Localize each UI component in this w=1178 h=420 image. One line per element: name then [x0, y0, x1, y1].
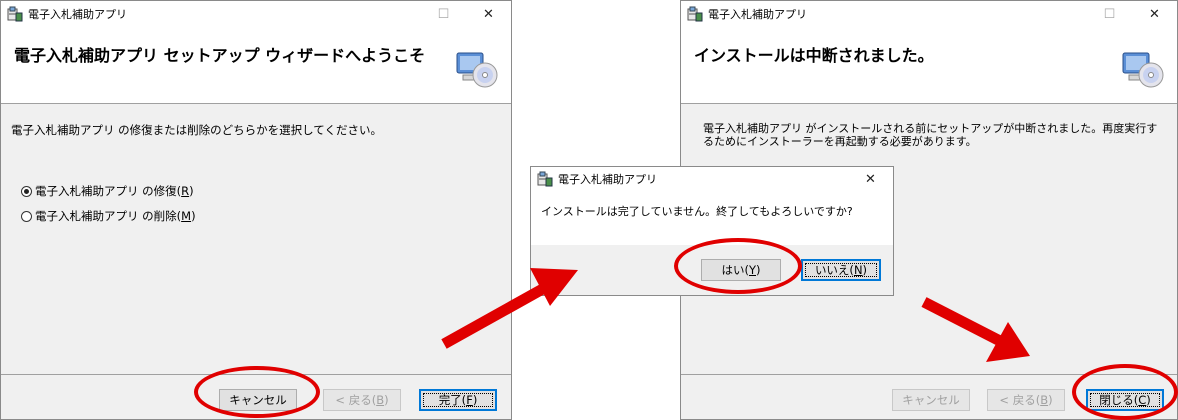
radio-repair-label: 電子入札補助アプリ の修復(R) — [35, 184, 194, 198]
cancel-button[interactable]: キャンセル — [892, 389, 970, 411]
no-button[interactable]: いいえ(N) — [801, 259, 881, 281]
dialog-close-button[interactable]: ✕ — [848, 167, 893, 191]
radio-repair[interactable]: 電子入札補助アプリ の修復(R) — [21, 183, 194, 199]
installer-app-icon — [537, 171, 553, 187]
wizard-header: 電子入札補助アプリ セットアップ ウィザードへようこそ — [1, 27, 511, 104]
highlight-ellipse-yes — [674, 238, 802, 294]
installer-app-icon — [687, 6, 703, 22]
highlight-ellipse-close — [1072, 364, 1178, 420]
wizard-header: インストールは中断されました。 — [681, 27, 1177, 104]
highlight-ellipse-cancel — [194, 366, 320, 418]
dialog-title: 電子入札補助アプリ — [558, 173, 657, 186]
message-line-2: るためにインストーラーを再起動する必要があります。 — [703, 135, 977, 148]
maximize-button[interactable]: ☐ — [1087, 1, 1132, 27]
back-button[interactable]: < 戻る(B) — [987, 389, 1065, 411]
instruction-text: 電子入札補助アプリ の修復または削除のどちらかを選択してください。 — [11, 123, 382, 137]
radio-remove-label: 電子入札補助アプリ の削除(M) — [35, 209, 196, 223]
radio-unselected-icon[interactable] — [21, 210, 32, 222]
finish-button[interactable]: 完了(F) — [419, 389, 497, 411]
back-button[interactable]: < 戻る(B) — [323, 389, 401, 411]
window-title: 電子入札補助アプリ — [708, 8, 807, 21]
close-button[interactable]: ✕ — [1132, 1, 1177, 27]
setup-computer-cd-icon — [1122, 52, 1164, 88]
minimize-button[interactable] — [376, 1, 421, 27]
window-title: 電子入札補助アプリ — [28, 8, 127, 21]
dialog-title-bar: 電子入札補助アプリ ✕ — [531, 167, 893, 191]
title-bar: 電子入札補助アプリ ☐ ✕ — [681, 1, 1177, 27]
dialog-message-area: インストールは完了していません。終了してもよろしいですか? — [531, 191, 893, 245]
setup-wizard-window-left: 電子入札補助アプリ ☐ ✕ 電子入札補助アプリ セットアップ ウィザードへようこ… — [0, 0, 512, 420]
radio-selected-icon[interactable] — [21, 185, 32, 197]
setup-computer-cd-icon — [456, 52, 498, 88]
maximize-button[interactable]: ☐ — [421, 1, 466, 27]
close-button[interactable]: ✕ — [466, 1, 511, 27]
title-bar: 電子入札補助アプリ ☐ ✕ — [1, 1, 511, 27]
page-title: 電子入札補助アプリ セットアップ ウィザードへようこそ — [14, 46, 426, 65]
interrupted-message: 電子入札補助アプリ がインストールされる前にセットアップが中断されました。再度実… — [703, 122, 1157, 148]
message-line-1: 電子入札補助アプリ がインストールされる前にセットアップが中断されました。再度実… — [703, 122, 1158, 135]
radio-remove[interactable]: 電子入札補助アプリ の削除(M) — [21, 208, 196, 224]
dialog-message: インストールは完了していません。終了してもよろしいですか? — [541, 205, 853, 218]
page-title: インストールは中断されました。 — [694, 46, 934, 65]
minimize-button[interactable] — [1042, 1, 1087, 27]
installer-app-icon — [7, 6, 23, 22]
